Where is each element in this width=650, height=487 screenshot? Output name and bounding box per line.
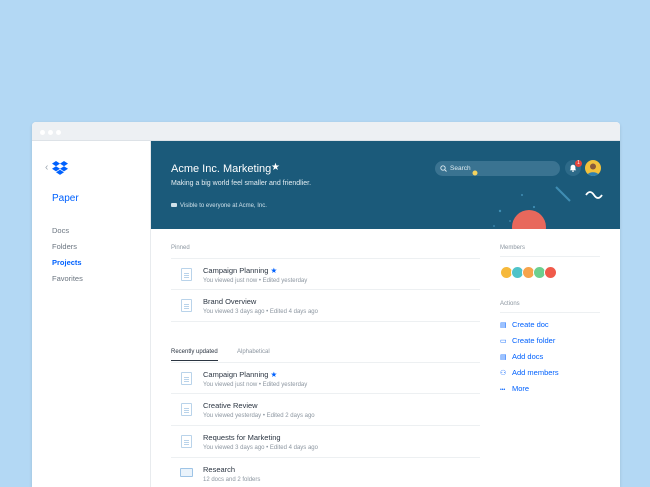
add-docs-action[interactable]: ▤ Add docs: [500, 352, 543, 364]
doc-icon: [181, 372, 192, 385]
folder-icon: [180, 468, 193, 477]
sidebar-item-docs[interactable]: Docs: [52, 223, 83, 239]
tab-alphabetical[interactable]: Alphabetical: [237, 349, 270, 361]
star-icon[interactable]: ★: [270, 266, 277, 275]
decoration-shape: [512, 210, 546, 229]
pinned-item[interactable]: Brand Overview You viewed 3 days ago • E…: [171, 290, 480, 322]
list-item[interactable]: Research 12 docs and 2 folders: [171, 458, 480, 487]
window-titlebar: [32, 122, 620, 141]
doc-icon: [181, 403, 192, 416]
decoration-dot: [472, 170, 478, 176]
action-label: Add docs: [512, 352, 544, 361]
action-label: Add members: [512, 368, 559, 377]
doc-icon: [181, 268, 192, 281]
star-icon[interactable]: ★: [270, 370, 277, 379]
search-input[interactable]: Search: [435, 161, 560, 176]
actions-label: Actions: [500, 301, 520, 307]
pinned-label: Pinned: [171, 245, 190, 251]
create-doc-action[interactable]: ▤ Create doc: [500, 320, 549, 332]
add-member-icon: ⚇: [500, 370, 507, 377]
folder-icon: ▭: [500, 338, 507, 345]
item-title: Creative Review: [203, 401, 258, 410]
list-item[interactable]: Creative Review You viewed yesterday • E…: [171, 394, 480, 426]
divider: [500, 256, 600, 257]
create-folder-action[interactable]: ▭ Create folder: [500, 336, 555, 348]
action-label: More: [512, 384, 530, 393]
action-label: Create folder: [512, 336, 556, 345]
sidebar-item-projects[interactable]: Projects: [52, 255, 83, 271]
user-avatar[interactable]: [585, 160, 601, 176]
add-doc-icon: ▤: [500, 354, 507, 361]
window-dot: [40, 130, 45, 135]
visibility-info: Visible to everyone at Acme, Inc.: [171, 203, 267, 209]
item-title-wrap: Campaign Planning ★: [203, 266, 277, 275]
item-title: Requests for Marketing: [203, 433, 281, 442]
item-meta: You viewed 3 days ago • Edited 4 days ag…: [203, 445, 318, 451]
search-icon: [440, 165, 447, 172]
add-members-action[interactable]: ⚇ Add members: [500, 368, 559, 380]
favorite-star-icon[interactable]: ★: [271, 162, 280, 173]
search-placeholder: Search: [450, 164, 471, 172]
item-title: Campaign Planning: [203, 370, 269, 379]
doc-icon: ▤: [500, 322, 507, 329]
item-title: Campaign Planning: [203, 266, 269, 275]
more-icon: •••: [500, 387, 506, 393]
more-action[interactable]: ••• More: [500, 384, 529, 396]
app-window: ‹ Paper Docs Folders Projects Favorites …: [32, 122, 620, 487]
dropbox-logo-icon[interactable]: [52, 161, 68, 175]
sidebar-item-favorites[interactable]: Favorites: [52, 271, 83, 287]
decoration-confetti: [493, 186, 603, 227]
item-meta: You viewed just now • Edited yesterday: [203, 382, 308, 388]
project-header: Acme Inc. Marketing ★ Making a big world…: [151, 141, 620, 229]
app-name[interactable]: Paper: [52, 193, 79, 204]
avatar-image: [587, 163, 599, 176]
divider: [500, 312, 600, 313]
window-dot: [48, 130, 53, 135]
notification-badge: 1: [575, 160, 582, 167]
sidebar-item-folders[interactable]: Folders: [52, 239, 83, 255]
sidebar: ‹ Paper Docs Folders Projects Favorites: [32, 141, 151, 487]
action-label: Create doc: [512, 320, 549, 329]
item-title: Brand Overview: [203, 297, 257, 306]
tab-recently-updated[interactable]: Recently updated: [171, 349, 218, 361]
sort-tabs: Recently updated Alphabetical: [171, 349, 480, 363]
doc-icon: [181, 435, 192, 448]
member-avatar[interactable]: [544, 266, 557, 279]
folder-icon: [171, 203, 177, 207]
pinned-item[interactable]: Campaign Planning ★ You viewed just now •…: [171, 258, 480, 290]
item-meta: 12 docs and 2 folders: [203, 477, 261, 483]
sidebar-nav: Docs Folders Projects Favorites: [52, 223, 83, 287]
project-title: Acme Inc. Marketing: [171, 163, 272, 175]
item-meta: You viewed yesterday • Edited 2 days ago: [203, 413, 315, 419]
list-item[interactable]: Requests for Marketing You viewed 3 days…: [171, 426, 480, 458]
back-chevron-icon[interactable]: ‹: [45, 162, 48, 173]
members-label: Members: [500, 245, 526, 251]
item-title-wrap: Campaign Planning ★: [203, 370, 277, 379]
item-title: Research: [203, 465, 236, 474]
item-meta: You viewed 3 days ago • Edited 4 days ag…: [203, 309, 318, 315]
doc-icon: [181, 299, 192, 312]
project-subtitle: Making a big world feel smaller and frie…: [171, 180, 312, 187]
list-item[interactable]: Campaign Planning ★ You viewed just now •…: [171, 362, 480, 394]
main-content: Pinned Campaign Planning ★ You viewed jus…: [151, 229, 620, 487]
item-meta: You viewed just now • Edited yesterday: [203, 278, 308, 284]
visibility-text: Visible to everyone at Acme, Inc.: [180, 203, 267, 209]
window-dot: [56, 130, 61, 135]
